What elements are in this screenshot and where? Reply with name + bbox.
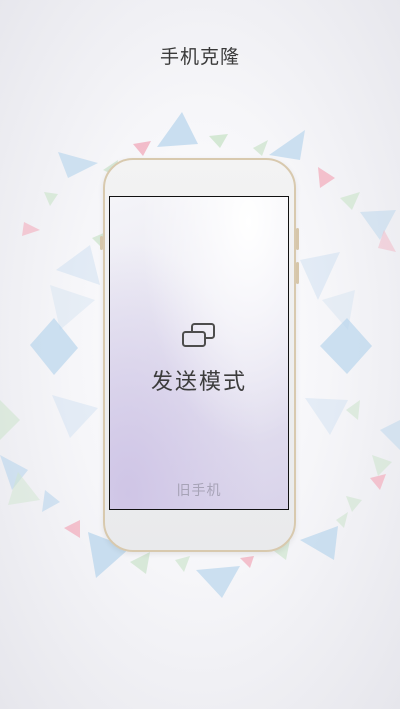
send-mode-label[interactable]: 发送模式 bbox=[109, 364, 289, 396]
clone-page: 手机克隆 发送模式 旧手机 bbox=[0, 0, 400, 709]
old-phone-label: 旧手机 bbox=[176, 483, 222, 499]
phone-side-button bbox=[100, 236, 103, 250]
phone-screen[interactable] bbox=[109, 196, 289, 510]
phone-side-button bbox=[296, 262, 299, 284]
phone-side-button bbox=[296, 228, 299, 250]
send-mode-icon bbox=[182, 323, 215, 347]
